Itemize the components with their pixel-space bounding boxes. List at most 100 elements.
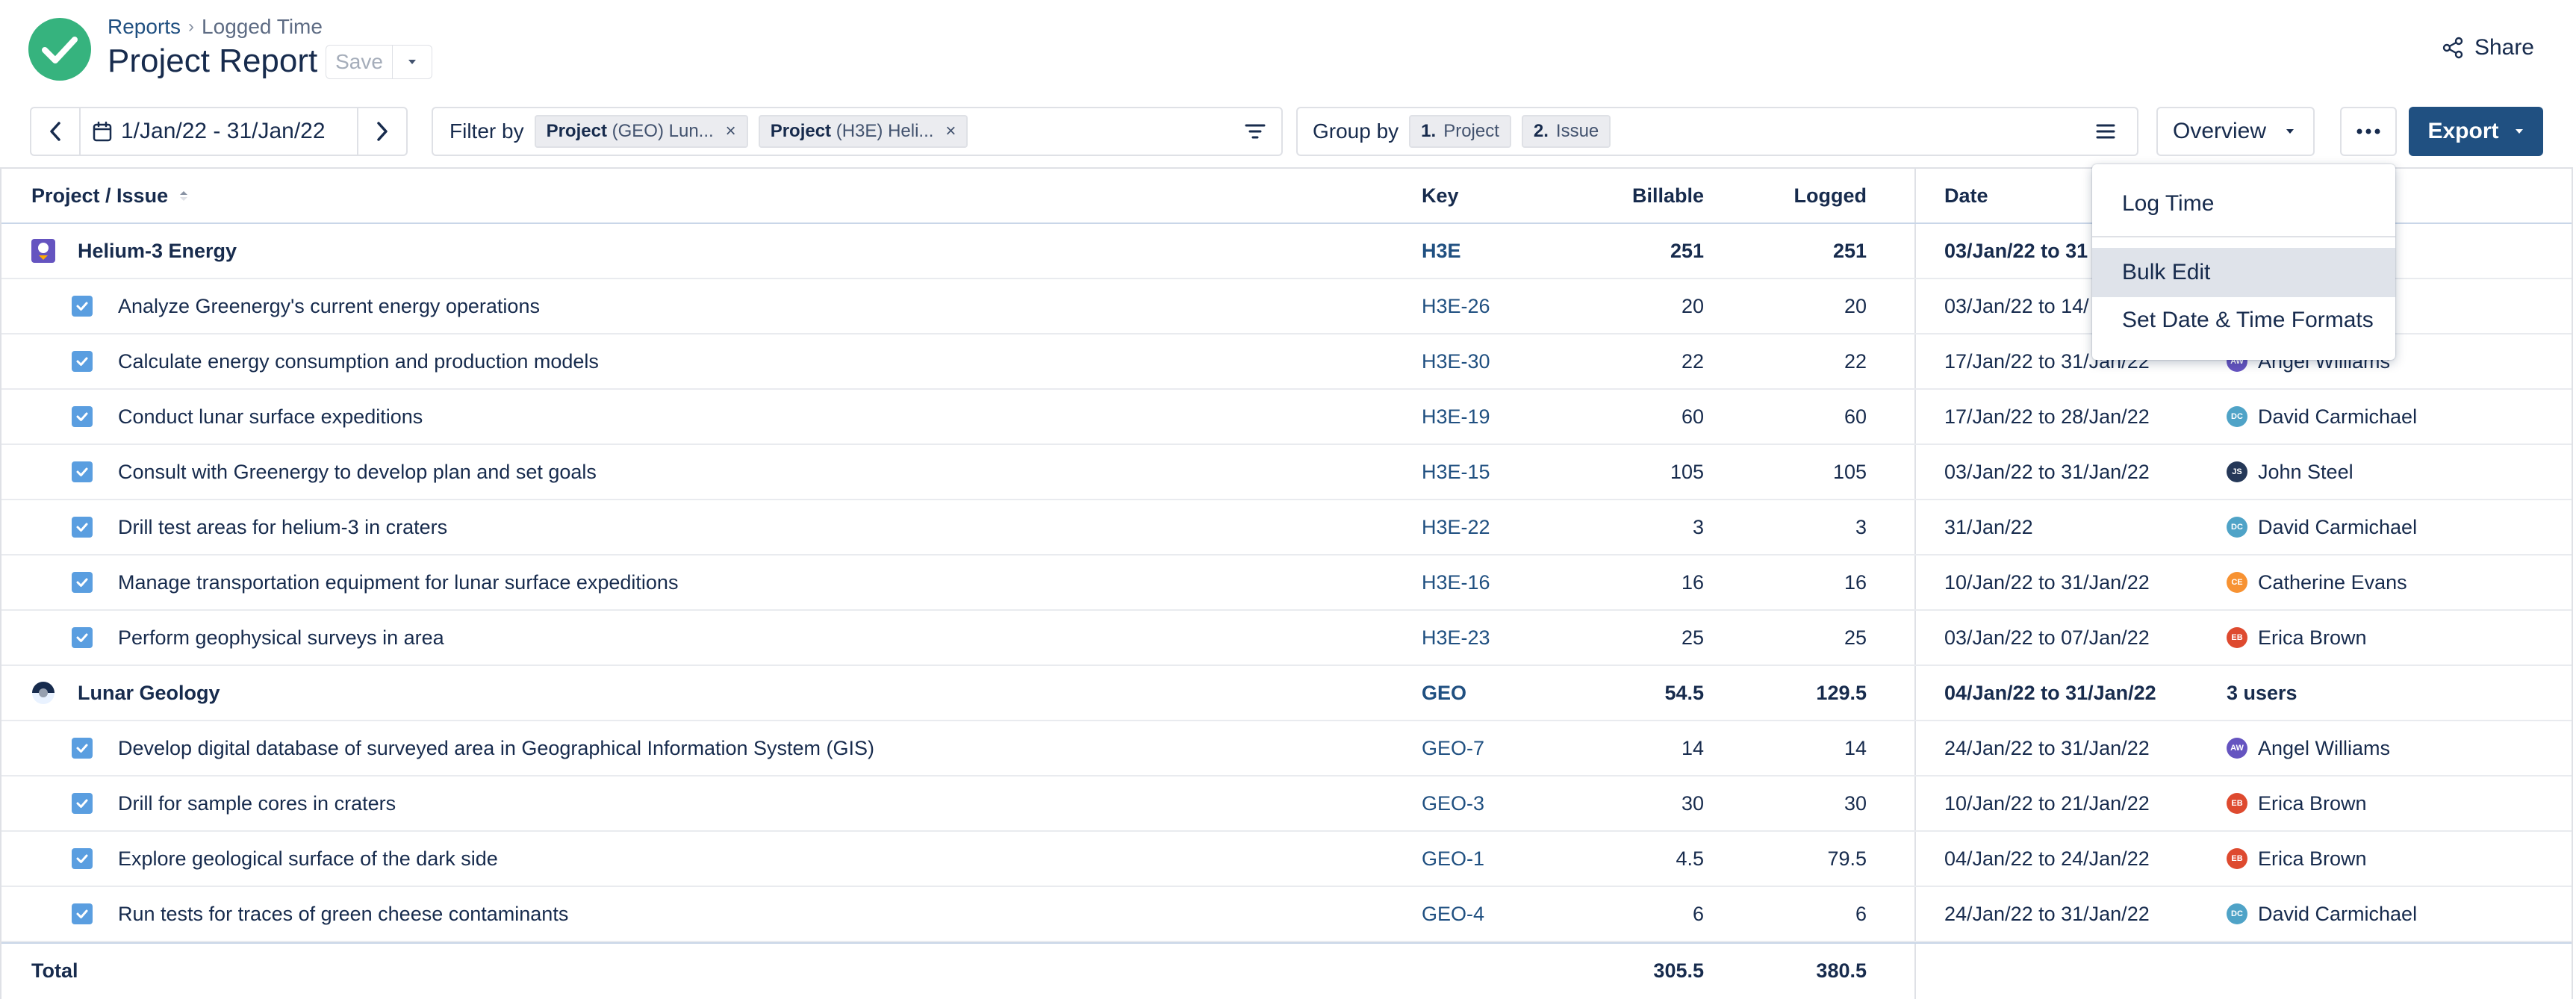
filter-chip-value: (H3E) Heli... <box>836 121 934 141</box>
view-select[interactable]: Overview <box>2156 107 2315 156</box>
group-chip-project[interactable]: 1. Project <box>1409 115 1511 148</box>
header-date[interactable]: Date <box>1944 169 1988 223</box>
group-billable: 251 <box>1670 239 1704 262</box>
date-range-field[interactable]: 1/Jan/22 - 31/Jan/22 <box>81 119 357 144</box>
date-prev-button[interactable] <box>31 108 81 155</box>
user-name: John Steel <box>2258 460 2353 483</box>
group-name-cell: Lunar Geology <box>31 666 220 720</box>
filter-chip-h3e[interactable]: Project (H3E) Heli... × <box>758 115 968 148</box>
save-dropdown-button[interactable] <box>393 45 432 79</box>
header-billable[interactable]: Billable <box>1632 169 1704 223</box>
issue-date: 31/Jan/22 <box>1944 515 2033 538</box>
checkbox-icon <box>72 296 93 317</box>
issue-key-link[interactable]: GEO-7 <box>1422 721 1484 775</box>
avatar: EB <box>2227 793 2247 814</box>
issue-key-link[interactable]: GEO-1 <box>1422 832 1484 886</box>
share-button[interactable]: Share <box>2442 31 2534 64</box>
menu-item-log-time[interactable]: Log Time <box>2092 179 2395 228</box>
issue-billable: 22 <box>1681 349 1704 373</box>
date-range-picker: 1/Jan/22 - 31/Jan/22 <box>30 107 408 156</box>
issue-user: DC David Carmichael <box>2227 390 2417 444</box>
chevron-right-icon <box>375 121 390 142</box>
issue-user: EB Erica Brown <box>2227 832 2367 886</box>
menu-separator <box>2092 236 2395 237</box>
project-avatar-icon <box>31 681 55 705</box>
group-name: Helium-3 Energy <box>78 239 237 262</box>
more-actions-button[interactable] <box>2340 107 2397 156</box>
group-by-bar[interactable]: Group by 1. Project 2. Issue <box>1296 107 2138 156</box>
table-row[interactable]: Conduct lunar surface expeditions H3E-19 6… <box>1 390 2572 445</box>
issue-key-link[interactable]: H3E-19 <box>1422 390 1490 444</box>
issue-summary: Run tests for traces of green cheese con… <box>118 902 569 925</box>
issue-key-link[interactable]: H3E-16 <box>1422 556 1490 609</box>
issue-user: EB Erica Brown <box>2227 611 2367 665</box>
close-icon[interactable]: × <box>945 121 956 142</box>
group-key-link[interactable]: H3E <box>1422 224 1461 278</box>
issue-key-link[interactable]: H3E-30 <box>1422 334 1490 388</box>
issue-key-link[interactable]: H3E-23 <box>1422 611 1490 665</box>
issue-billable: 30 <box>1681 791 1704 815</box>
header-logged[interactable]: Logged <box>1794 169 1867 223</box>
table-row[interactable]: Consult with Greenergy to develop plan a… <box>1 445 2572 500</box>
calendar-icon <box>93 121 112 142</box>
menu-item-bulk-edit[interactable]: Bulk Edit <box>2092 248 2395 297</box>
total-label: Total <box>31 959 78 982</box>
group-label: Group by <box>1313 119 1399 143</box>
issue-key-link[interactable]: H3E-22 <box>1422 500 1490 554</box>
table-row[interactable]: Perform geophysical surveys in area H3E-2… <box>1 611 2572 666</box>
issue-name-cell: Run tests for traces of green cheese con… <box>72 887 568 941</box>
filter-chip-geo[interactable]: Project (GEO) Lun... × <box>534 115 748 148</box>
breadcrumb-reports-link[interactable]: Reports <box>108 15 181 39</box>
group-logged: 129.5 <box>1816 681 1867 704</box>
date-next-button[interactable] <box>357 108 406 155</box>
issue-date: 03/Jan/22 to 07/Jan/22 <box>1944 626 2150 649</box>
issue-logged: 60 <box>1844 405 1867 428</box>
issue-key-link[interactable]: H3E-26 <box>1422 279 1490 333</box>
group-chip-issue[interactable]: 2. Issue <box>1521 115 1611 148</box>
header-key[interactable]: Key <box>1422 169 1459 223</box>
issue-name-cell: Manage transportation equipment for luna… <box>72 556 678 609</box>
issue-logged: 79.5 <box>1827 847 1867 870</box>
table-row[interactable]: Drill test areas for helium-3 in craters… <box>1 500 2572 556</box>
issue-logged: 25 <box>1844 626 1867 649</box>
issue-logged: 6 <box>1855 902 1867 925</box>
issue-key-link[interactable]: H3E-15 <box>1422 445 1490 499</box>
issue-key-link[interactable]: GEO-4 <box>1422 887 1484 941</box>
issue-date: 10/Jan/22 to 31/Jan/22 <box>1944 570 2150 594</box>
app-logo-icon <box>28 18 91 81</box>
issue-date: 24/Jan/22 to 31/Jan/22 <box>1944 736 2150 759</box>
table-row[interactable]: Explore geological surface of the dark s… <box>1 832 2572 887</box>
close-icon[interactable]: × <box>726 121 736 142</box>
table-row[interactable]: Develop digital database of surveyed are… <box>1 721 2572 777</box>
issue-summary: Consult with Greenergy to develop plan a… <box>118 460 597 483</box>
checkbox-icon <box>72 903 93 924</box>
avatar: AW <box>2227 738 2247 759</box>
filter-bar[interactable]: Filter by Project (GEO) Lun... × Project… <box>432 107 1283 156</box>
breadcrumb-current: Logged Time <box>202 15 323 38</box>
issue-billable: 16 <box>1681 570 1704 594</box>
group-key-link[interactable]: GEO <box>1422 666 1466 720</box>
save-button[interactable]: Save <box>326 45 393 79</box>
table-row[interactable]: Drill for sample cores in craters GEO-3 30… <box>1 777 2572 832</box>
table-group-row[interactable]: Lunar Geology GEO 54.5 129.5 04/Jan/22 to 31… <box>1 666 2572 721</box>
table-row[interactable]: Manage transportation equipment for luna… <box>1 556 2572 611</box>
menu-item-date-time-formats[interactable]: Set Date & Time Formats <box>2092 296 2395 345</box>
avatar: CE <box>2227 572 2247 593</box>
avatar: DC <box>2227 406 2247 427</box>
checkbox-icon <box>72 517 93 538</box>
filter-icon[interactable] <box>1244 119 1266 144</box>
checkbox-icon <box>72 351 93 372</box>
group-users: 3 users <box>2227 681 2297 704</box>
view-select-label: Overview <box>2173 119 2267 143</box>
export-button[interactable]: Export <box>2409 107 2543 156</box>
issue-billable: 3 <box>1692 515 1704 538</box>
issue-summary: Explore geological surface of the dark s… <box>118 847 498 870</box>
table-row[interactable]: Run tests for traces of green cheese con… <box>1 887 2572 942</box>
issue-name-cell: Explore geological surface of the dark s… <box>72 832 498 886</box>
checkbox-icon <box>72 461 93 482</box>
issue-summary: Develop digital database of surveyed are… <box>118 736 875 759</box>
header-project-issue[interactable]: Project / Issue <box>31 169 189 223</box>
avatar: DC <box>2227 517 2247 538</box>
issue-key-link[interactable]: GEO-3 <box>1422 777 1484 830</box>
list-icon[interactable] <box>2095 121 2116 142</box>
